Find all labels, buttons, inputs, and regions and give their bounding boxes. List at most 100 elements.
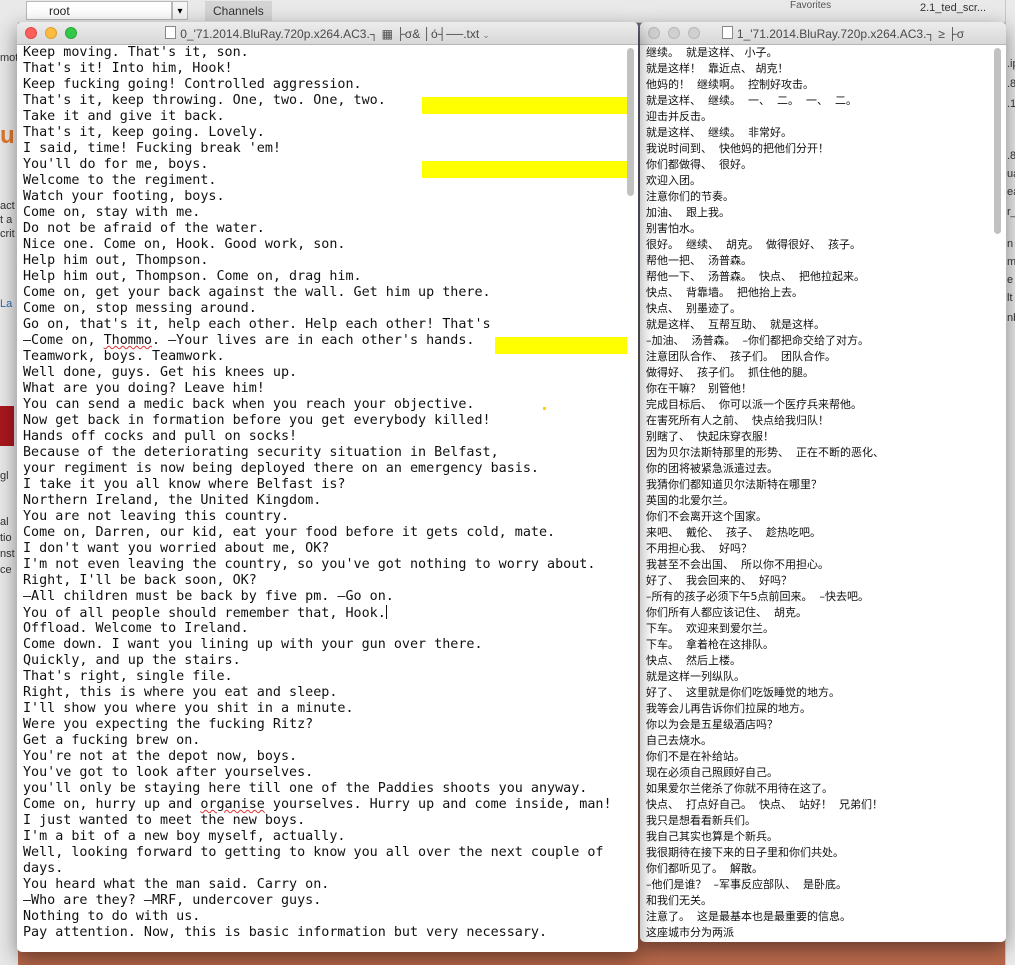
- text-line: 你们不是在补给站。: [646, 750, 745, 763]
- text-line: 你们都做得、 很好。: [646, 158, 752, 171]
- text-line: 不用担心我、 好吗？: [646, 542, 752, 555]
- text-line: 下车。 拿着枪在这排队。: [646, 638, 774, 651]
- text-line: You've got to look after yourselves.: [23, 765, 314, 780]
- text-line: 注意了。 这是最基本也是最重要的信息。: [646, 910, 851, 923]
- text-line: You'll do for me, boys.: [23, 157, 209, 172]
- text-line: 你们不会离开这个国家。: [646, 510, 767, 523]
- text-line: 下车。 欢迎来到爱尔兰。: [646, 622, 774, 635]
- text-line: I don't want you worried about me, OK?: [23, 541, 330, 556]
- text-line: 很好。 继续、 胡克。 做得很好、 孩子。: [646, 238, 861, 251]
- text-line: 我猜你们都知道贝尔法斯特在哪里？: [646, 478, 822, 491]
- text-line: That's it, keep throwing. One, two. One,…: [23, 93, 386, 108]
- text-line: 完成目标后、 你可以派一个医疗兵来帮他。: [646, 398, 862, 411]
- text-line: You of all people should remember that, …: [23, 605, 387, 621]
- text-line: 因为贝尔法斯特那里的形势、 正在不断的恶化、: [646, 446, 884, 459]
- text-line: 你们都听见了。 解散。: [646, 862, 763, 875]
- text-line: Teamwork, boys. Teamwork.: [23, 349, 225, 364]
- chinese-text-area[interactable]: 继续。 就是这样、 小子。 就是这样！ 靠近点、 胡克！ 他妈的！ 继续啊。 控制好…: [640, 45, 1006, 942]
- text-line: 你在干嘛？ 别管他！: [646, 382, 752, 395]
- text-line: 我甚至不会出国、 所以你不用担心。: [646, 558, 829, 571]
- text-line: Come on, hurry up and organise yourselve…: [23, 797, 612, 812]
- text-line: –他们是谁？ –军事反应部队、 是卧底。: [646, 878, 847, 891]
- text-line: Keep moving. That's it, son.: [23, 45, 249, 60]
- text-line: 你以为会是五星级酒店吗？: [646, 718, 778, 731]
- text-line: Offload. Welcome to Ireland.: [23, 621, 249, 636]
- text-line: 注意团队合作、 孩子们。 团队合作。: [646, 350, 836, 363]
- text-line: 就是这样、 继续。 非常好。: [646, 126, 792, 139]
- text-line: Were you expecting the fucking Ritz?: [23, 717, 314, 732]
- text-line: 帮他一把、 汤普森。: [646, 254, 752, 267]
- chevron-down-icon[interactable]: ⌄: [482, 30, 490, 40]
- text-line: Help him out, Thompson.: [23, 253, 209, 268]
- text-line: That's it, keep going. Lovely.: [23, 125, 265, 140]
- text-line: Get a fucking brew on.: [23, 733, 201, 748]
- text-line: 继续。 就是这样、 小子。: [646, 46, 778, 59]
- text-line: Come down. I want you lining up with you…: [23, 637, 483, 652]
- text-line: 我说时间到、 快他妈的把他们分开！: [646, 142, 829, 155]
- text-line: Hands off cocks and pull on socks!: [23, 429, 298, 444]
- text-line: I'll show you where you shit in a minute…: [23, 701, 354, 716]
- text-line: 就是这样一列纵队。: [646, 670, 745, 683]
- text-line: 我很期待在接下来的日子里和你们共处。: [646, 846, 844, 859]
- scrollbar-thumb[interactable]: [627, 48, 634, 196]
- text-line: You are not leaving this country.: [23, 509, 290, 524]
- text-line: 在害死所有人之前、 快点给我归队！: [646, 414, 829, 427]
- text-line: 快点、 背靠墙。 把他抬上去。: [646, 286, 803, 299]
- english-text-area[interactable]: Keep moving. That's it, son. That's it! I…: [17, 45, 638, 952]
- scrollbar-thumb[interactable]: [994, 48, 1001, 234]
- text-line: 我自己其实也算是个新兵。: [646, 830, 778, 843]
- text-line: 就是这样、 继续。 一、 二。 一、 二。: [646, 94, 857, 107]
- text-line: 现在必须自己照顾好自己。: [646, 766, 778, 779]
- text-line: –所有的孩子必须下午5点前回来。 –快去吧。: [646, 590, 869, 603]
- text-line: Come on, get your back against the wall.…: [23, 285, 491, 300]
- text-line: 你们所有人都应该记住、 胡克。: [646, 606, 807, 619]
- window-titlebar[interactable]: 0_'71.2014.BluRay.720p.x264.AC3.┐ ▦ ├σ& …: [17, 22, 638, 45]
- text-line: Welcome to the regiment.: [23, 173, 217, 188]
- english-subtitle-window: 0_'71.2014.BluRay.720p.x264.AC3.┐ ▦ ├σ& …: [17, 22, 638, 952]
- text-line: 加油、 跟上我。: [646, 206, 730, 219]
- text-line: Watch your footing, boys.: [23, 189, 225, 204]
- text-line: 这座城市分为两派: [646, 926, 734, 939]
- text-line: 做得好、 孩子们。 抓住他的腿。: [646, 366, 814, 379]
- text-line: That's right, single file.: [23, 669, 233, 684]
- text-line: What are you doing? Leave him!: [23, 381, 265, 396]
- text-line: 我只是想看看新兵们。: [646, 814, 756, 827]
- channels-tab[interactable]: Channels: [205, 1, 272, 21]
- window-titlebar[interactable]: 1_'71.2014.BluRay.720p.x264.AC3.┐ ≥ ├σ: [640, 22, 1006, 45]
- text-line: You can send a medic back when you reach…: [23, 397, 475, 412]
- text-line: 如果爱尔兰佬杀了你就不用待在这了。: [646, 782, 833, 795]
- document-icon: [721, 26, 733, 39]
- text-line: 帮他一下、 汤普森。 快点、 把他拉起来。: [646, 270, 865, 283]
- text-line: Pay attention. Now, this is basic inform…: [23, 925, 548, 940]
- text-line: –Who are they? –MRF, undercover guys.: [23, 893, 322, 908]
- text-line: 就是这样！ 靠近点、 胡克！: [646, 62, 789, 75]
- text-line: I just wanted to meet the new boys.: [23, 813, 306, 828]
- text-line: You're not at the depot now, boys.: [23, 749, 298, 764]
- text-line: Keep fucking going! Controlled aggressio…: [23, 77, 362, 92]
- background-app-left: u mot act t a crit La gl al tio nst ce: [0, 22, 18, 965]
- text-line: Right, I'll be back soon, OK?: [23, 573, 257, 588]
- text-line: Northern Ireland, the United Kingdom.: [23, 493, 322, 508]
- text-line: Nothing to do with us.: [23, 909, 201, 924]
- text-line: Help him out, Thompson. Come on, drag hi…: [23, 269, 362, 284]
- text-line: 他妈的！ 继续啊。 控制好攻击。: [646, 78, 814, 91]
- text-line: Quickly, and up the stairs.: [23, 653, 241, 668]
- text-line: I take it you all know where Belfast is?: [23, 477, 346, 492]
- text-line: Go on, that's it, help each other. Help …: [23, 317, 491, 332]
- root-field[interactable]: root: [26, 1, 172, 20]
- text-line: 自己去烧水。: [646, 734, 712, 747]
- text-line: Now get back in formation before you get…: [23, 413, 491, 428]
- text-line: 好了、 这里就是你们吃饭睡觉的地方。: [646, 686, 840, 699]
- text-line: 别瞎了、 快起床穿衣服！: [646, 430, 774, 443]
- text-line: Well done, guys. Get his knees up.: [23, 365, 298, 380]
- file-label[interactable]: 2.1_ted_scr...: [920, 2, 986, 14]
- text-line: 好了、 我会回来的、 好吗？: [646, 574, 792, 587]
- text-line: 欢迎入团。: [646, 174, 701, 187]
- text-line: Come on, Darren, our kid, eat your food …: [23, 525, 556, 540]
- text-line: 我等会儿再告诉你们拉屎的地方。: [646, 702, 811, 715]
- text-line: –Come on, Thommo. –Your lives are in eac…: [23, 333, 475, 348]
- background-app-toolbar: root ▾ Channels Favorites 2.1_ted_scr...: [0, 0, 1015, 23]
- document-icon: [165, 26, 177, 39]
- chevron-down-icon[interactable]: ▾: [172, 1, 188, 20]
- text-line: That's it! Into him, Hook!: [23, 61, 233, 76]
